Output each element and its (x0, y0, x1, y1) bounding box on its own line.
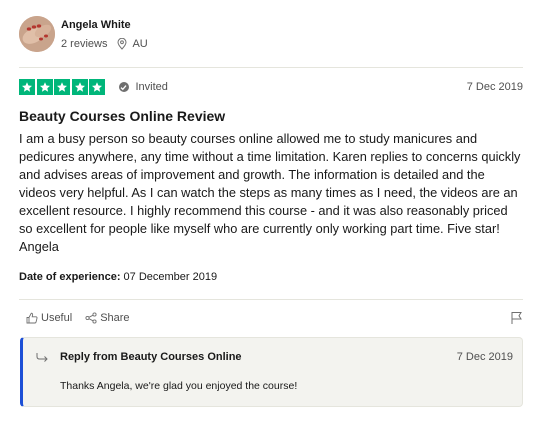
star-icon (36, 79, 53, 95)
review-count: 2 reviews (61, 38, 108, 50)
star-icon (89, 79, 105, 95)
star-icon (71, 79, 88, 95)
consumer-header[interactable]: Angela White 2 reviews AU (19, 16, 148, 52)
divider (19, 299, 523, 300)
check-icon (118, 82, 129, 92)
share-button[interactable]: Share (85, 312, 130, 324)
star-icon (19, 79, 35, 95)
experience-date: 07 December 2019 (123, 271, 218, 283)
review-title[interactable]: Beauty Courses Online Review (19, 108, 225, 124)
location-label: AU (132, 38, 148, 50)
share-label: Share (100, 312, 130, 324)
location: AU (117, 38, 148, 50)
location-pin-icon (117, 38, 127, 50)
useful-button[interactable]: Useful (26, 312, 72, 324)
experience-label: Date of experience: (19, 271, 121, 283)
useful-label: Useful (41, 312, 73, 324)
reply-arrow-icon (36, 352, 48, 362)
avatar[interactable] (19, 16, 55, 52)
star-icon (54, 79, 70, 95)
share-icon (85, 312, 97, 324)
review-actions: Useful Share (26, 312, 143, 324)
review-card: Angela White 2 reviews AU Invited 7 Dec … (0, 0, 542, 425)
rating-row: Invited 7 Dec 2019 (19, 78, 523, 96)
company-reply: Reply from Beauty Courses Online 7 Dec 2… (20, 337, 523, 407)
consumer-name[interactable]: Angela White (61, 18, 148, 32)
divider (19, 67, 523, 68)
review-body: I am a busy person so beauty courses onl… (19, 131, 521, 254)
review-date: 7 Dec 2019 (466, 81, 523, 93)
report-button[interactable] (510, 311, 523, 330)
date-of-experience: Date of experience: 07 December 2019 (19, 271, 217, 283)
invited-label: Invited (135, 81, 168, 93)
reply-title: Reply from Beauty Courses Online (60, 351, 242, 363)
thumbs-up-icon (26, 312, 38, 324)
invited-badge[interactable]: Invited (118, 81, 168, 93)
reply-text: Thanks Angela, we're glad you enjoyed th… (60, 380, 298, 392)
flag-icon (511, 312, 522, 324)
reply-date: 7 Dec 2019 (456, 351, 513, 363)
star-rating (19, 79, 107, 95)
